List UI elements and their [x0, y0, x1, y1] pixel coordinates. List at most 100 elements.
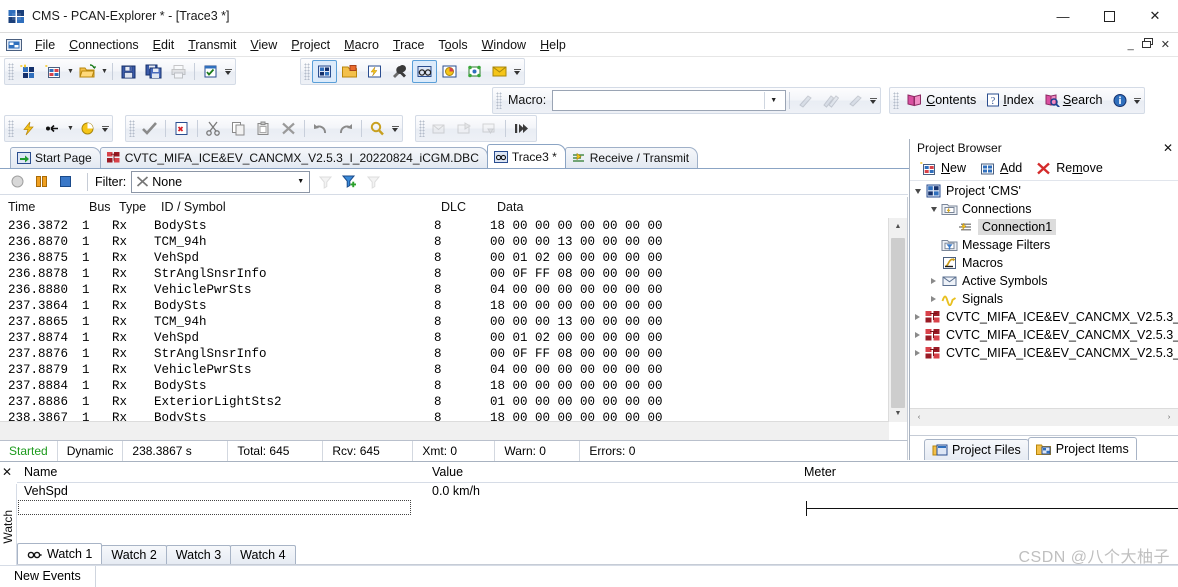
- project-tree-horizontal-scrollbar[interactable]: ‹ ›: [910, 408, 1178, 426]
- trace-vertical-scrollbar[interactable]: ▲ ▼: [888, 218, 907, 422]
- status-pie-icon[interactable]: [75, 117, 100, 140]
- connections-icon[interactable]: [362, 60, 387, 83]
- mdi-restore-button[interactable]: [1141, 38, 1153, 51]
- watch-row[interactable]: VehSpd 0.0 km/h: [17, 482, 1178, 499]
- paste-icon[interactable]: [251, 117, 276, 140]
- project-browser-icon[interactable]: [312, 60, 337, 83]
- close-button[interactable]: ✕: [1132, 0, 1178, 32]
- toolbar-grip[interactable]: [129, 120, 135, 137]
- table-row[interactable]: 237.8874 1 Rx VehSpd 8 00 01 02 00 00 00 00 0…: [0, 330, 888, 346]
- messages-icon[interactable]: [487, 60, 512, 83]
- macro-input[interactable]: [553, 91, 765, 109]
- chevron-down-icon[interactable]: [910, 182, 925, 200]
- project-tree[interactable]: Project 'CMS' Connections Connection1 Messa…: [910, 182, 1178, 415]
- scroll-left-button[interactable]: ‹: [910, 409, 928, 426]
- table-row[interactable]: 236.8870 1 Rx TCM_94h 8 00 00 00 13 00 00 00 …: [0, 234, 888, 250]
- column-header-type[interactable]: Type: [112, 197, 154, 218]
- trace-rows[interactable]: 236.3872 1 Rx BodySts 8 18 00 00 00 00 00 00 …: [0, 218, 888, 422]
- trace-icon[interactable]: [412, 60, 437, 83]
- clear-icon[interactable]: [276, 117, 301, 140]
- tree-item[interactable]: Message Filters: [910, 236, 1178, 254]
- properties-icon[interactable]: [198, 60, 223, 83]
- column-header-id-symbol[interactable]: ID / Symbol: [154, 197, 434, 218]
- tree-item[interactable]: Active Symbols: [910, 272, 1178, 290]
- menu-item-tools[interactable]: Tools: [431, 35, 474, 55]
- add-button[interactable]: Add: [975, 157, 1029, 179]
- check-icon[interactable]: [137, 117, 162, 140]
- tab-project-files[interactable]: Project Files: [924, 439, 1029, 460]
- table-row[interactable]: 237.8886 1 Rx ExteriorLightSts2 8 01 00 00 00…: [0, 394, 888, 410]
- tree-item[interactable]: Project 'CMS': [910, 182, 1178, 200]
- find-icon[interactable]: [365, 117, 390, 140]
- stop-icon[interactable]: [56, 173, 75, 190]
- new-project-icon[interactable]: [16, 60, 41, 83]
- file-toolbar-overflow-button[interactable]: [223, 61, 233, 82]
- toolbar-grip[interactable]: [304, 63, 310, 80]
- toolbar-grip[interactable]: [893, 91, 900, 109]
- table-row[interactable]: 237.8879 1 Rx VehiclePwrSts 8 04 00 00 00 00 …: [0, 362, 888, 378]
- tools-icon[interactable]: [387, 60, 412, 83]
- column-header-name[interactable]: Name: [17, 462, 425, 482]
- trace-horizontal-scrollbar[interactable]: [0, 421, 889, 440]
- view-toolbar-overflow-button[interactable]: [512, 61, 522, 82]
- help-contents-button[interactable]: Contents: [901, 90, 981, 111]
- table-row[interactable]: 236.8875 1 Rx VehSpd 8 00 01 02 00 00 00 00 0…: [0, 250, 888, 266]
- minimize-button[interactable]: —: [1040, 0, 1086, 32]
- connection-toolbar-overflow-button[interactable]: [100, 118, 110, 139]
- transmit-icon[interactable]: [41, 117, 66, 140]
- column-header-time[interactable]: Time: [0, 197, 82, 218]
- filter-combo[interactable]: None ▼: [131, 170, 311, 193]
- new-item-dropdown-arrow[interactable]: ▼: [66, 61, 75, 82]
- macro-toolbar-overflow-button[interactable]: [868, 90, 878, 111]
- chevron-down-icon[interactable]: ▼: [292, 173, 309, 191]
- delete-icon[interactable]: [169, 117, 194, 140]
- tree-item[interactable]: CVTC_MIFA_ICE&EV_CANCMX_V2.5.3_I_202: [910, 326, 1178, 344]
- copy-icon[interactable]: [226, 117, 251, 140]
- table-row[interactable]: 237.8876 1 Rx StrAnglSnsrInfo 8 00 0F FF 08 0…: [0, 346, 888, 362]
- menu-item-view[interactable]: View: [243, 35, 284, 55]
- remove-button[interactable]: Remove: [1031, 157, 1110, 179]
- tree-item[interactable]: Macros: [910, 254, 1178, 272]
- tree-item[interactable]: CVTC_MIFA_ICE&EV_CANCMX_V2.5.3_I_202: [910, 344, 1178, 362]
- edit-toolbar-overflow-button[interactable]: [390, 118, 400, 139]
- column-header-dlc[interactable]: DLC: [434, 197, 490, 218]
- open-dropdown-arrow[interactable]: ▼: [100, 61, 109, 82]
- mdi-minimize-button[interactable]: _: [1128, 39, 1134, 51]
- menu-item-project[interactable]: Project: [284, 35, 337, 55]
- save-icon[interactable]: [116, 60, 141, 83]
- pause-icon[interactable]: [32, 173, 51, 190]
- menu-item-connections[interactable]: Connections: [62, 35, 146, 55]
- close-icon[interactable]: ✕: [1163, 141, 1173, 155]
- menu-item-file[interactable]: File: [28, 35, 62, 55]
- table-row[interactable]: 236.8880 1 Rx VehiclePwrSts 8 04 00 00 00 00 …: [0, 282, 888, 298]
- toolbar-grip[interactable]: [8, 120, 14, 137]
- column-header-data[interactable]: Data: [490, 197, 907, 218]
- new-events-label[interactable]: New Events: [0, 566, 96, 587]
- menu-item-transmit[interactable]: Transmit: [181, 35, 243, 55]
- tab-watch-4[interactable]: Watch 4: [230, 545, 296, 564]
- help-search-button[interactable]: Search: [1039, 90, 1108, 111]
- chevron-down-icon[interactable]: [926, 200, 941, 218]
- undo-icon[interactable]: [308, 117, 333, 140]
- tab-watch-3[interactable]: Watch 3: [165, 545, 232, 564]
- menu-item-window[interactable]: Window: [475, 35, 533, 55]
- tree-item[interactable]: Connections: [910, 200, 1178, 218]
- help-index-button[interactable]: ? Index: [981, 90, 1039, 111]
- scroll-right-button[interactable]: ›: [1160, 409, 1178, 426]
- scroll-up-button[interactable]: ▲: [889, 218, 907, 235]
- table-row[interactable]: 236.8878 1 Rx StrAnglSnsrInfo 8 00 0F FF 08 0…: [0, 266, 888, 282]
- scroll-thumb[interactable]: [891, 238, 905, 408]
- column-header-meter[interactable]: Meter: [797, 462, 1178, 482]
- folder-view-icon[interactable]: [337, 60, 362, 83]
- tab-start-page[interactable]: Start Page: [10, 147, 101, 168]
- system-menu-icon[interactable]: [6, 38, 22, 52]
- menu-item-trace[interactable]: Trace: [386, 35, 432, 55]
- menu-item-edit[interactable]: Edit: [146, 35, 182, 55]
- tab-dbc-file[interactable]: CVTC_MIFA_ICE&EV_CANCMX_V2.5.3_I_2022082…: [99, 147, 488, 168]
- add-filter-icon[interactable]: [340, 173, 359, 190]
- toolbar-grip[interactable]: [8, 63, 14, 80]
- connect-icon[interactable]: [16, 117, 41, 140]
- tree-item[interactable]: Signals: [910, 290, 1178, 308]
- toolbar-grip[interactable]: [496, 91, 502, 109]
- record-icon[interactable]: [8, 173, 27, 190]
